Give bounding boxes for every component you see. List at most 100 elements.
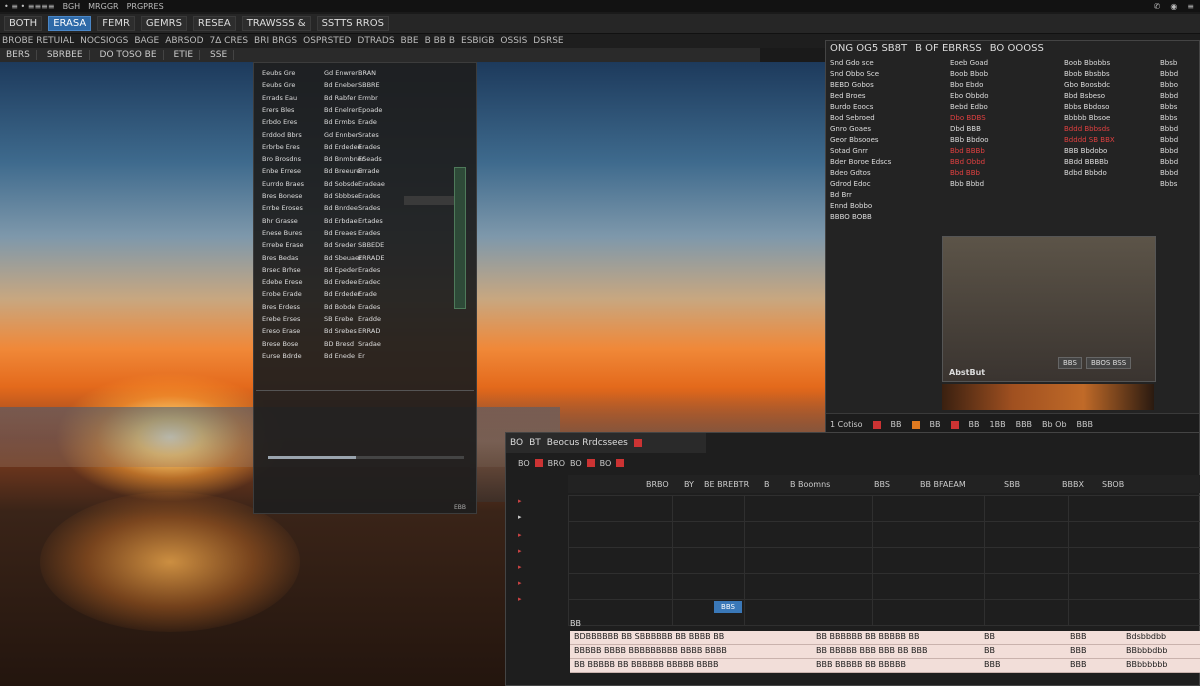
file-list-row[interactable]: Erbdo Eres Bd Ermbs Erade <box>262 118 452 128</box>
tool-button[interactable]: ESBIGB <box>461 36 494 46</box>
file-list-row[interactable]: Erers Bles Bd Enelrer Epoade <box>262 106 452 116</box>
tab[interactable]: BERS <box>0 50 37 60</box>
marker-icon[interactable]: ▸ <box>518 563 522 571</box>
tool-button[interactable]: BO <box>570 459 582 468</box>
tool-button[interactable]: OSPRSTED <box>303 36 351 46</box>
marker-icon[interactable]: ▸ <box>518 497 522 505</box>
file-list-row[interactable]: Ereso Erase Bd Srebes ERRAD <box>262 327 452 337</box>
file-list-row[interactable]: Eurrdo Braes Bd Sobsde Eradeae <box>262 180 452 190</box>
file-list-cell: Bd Sobsde <box>324 179 359 188</box>
track-row[interactable]: BDBBBBBB BB SBBBBBB BB BBBB BB BB BBBBBB … <box>570 631 1200 645</box>
file-list-row[interactable]: Eeubs Gre Bd Eneber SBBRE <box>262 81 452 91</box>
file-list-cell: Brsec Brhse <box>262 265 301 274</box>
file-list-row[interactable]: Errads Eau Bd Rabfer Ermbr <box>262 94 452 104</box>
topbar-button[interactable]: GEMRS <box>140 16 187 31</box>
orange-swatch-icon[interactable] <box>911 420 920 429</box>
column-header[interactable]: BBBX <box>1062 480 1084 489</box>
tab[interactable]: DO TOSO BE <box>94 50 164 60</box>
record-icon[interactable] <box>586 459 595 467</box>
tool-button[interactable]: DTRADS <box>357 36 394 46</box>
file-list-row[interactable]: Bro Brosdns Bd Bnmbner ESeads <box>262 155 452 165</box>
file-list-row[interactable]: Bres Erdess Bd Bobde Erades <box>262 303 452 313</box>
power-icon[interactable]: ◉ <box>1170 2 1177 11</box>
menu-item[interactable]: BGH <box>59 2 85 11</box>
column-header[interactable]: BBS <box>874 480 890 489</box>
column-header[interactable]: BE BREBTR <box>704 480 749 489</box>
topbar-button-active[interactable]: ERASA <box>48 16 92 31</box>
record-icon[interactable] <box>616 459 625 467</box>
preview-button[interactable]: BBOS BSS <box>1085 357 1132 369</box>
red-swatch-icon[interactable] <box>950 420 959 429</box>
timeline-grid[interactable] <box>568 495 1200 626</box>
file-list-row[interactable]: Eurse Bdrde Bd Enede Er <box>262 352 452 362</box>
file-list-row[interactable]: Errebe Erase Bd Sreder SBBEDE <box>262 241 452 251</box>
column-header[interactable]: BRBO <box>646 480 669 489</box>
tab[interactable]: SBRBEE <box>41 50 90 60</box>
top-bar: BOTH ERASA FEMR GEMRS RESEA TRAWSSS & SS… <box>0 14 1200 34</box>
topbar-button[interactable]: TRAWSSS & <box>241 16 311 31</box>
wifi-icon[interactable]: ✆ <box>1154 2 1161 11</box>
property-cell: Bbbbb Bbsoe <box>1064 114 1111 122</box>
close-icon[interactable] <box>633 439 642 447</box>
track-row[interactable]: BB BBBBB BB BBBBBB BBBBB BBBB BBB BBBBB B… <box>570 659 1200 673</box>
marker-icon[interactable]: ▸ <box>518 579 522 587</box>
menu-item[interactable]: • ≡ • ≡≡≡≡ <box>0 2 59 11</box>
tool-button[interactable]: BRO <box>548 459 565 468</box>
tab[interactable]: SSE <box>204 50 235 60</box>
tool-button[interactable]: BO <box>518 459 530 468</box>
column-header[interactable]: B <box>764 480 770 489</box>
column-header[interactable]: BY <box>684 480 694 489</box>
file-list-row[interactable]: Enbe Errese Bd Breeurer Errade <box>262 167 452 177</box>
file-list-row[interactable]: Edebe Erese Bd Eredee Eradec <box>262 278 452 288</box>
tool-button[interactable]: OSSIS <box>500 36 527 46</box>
panel-divider[interactable] <box>256 390 474 391</box>
file-list-row[interactable]: Eeubs Gre Gd Enwrer BRAN <box>262 69 452 79</box>
topbar-button[interactable]: FEMR <box>97 16 135 31</box>
column-header[interactable]: B Boomns <box>790 480 830 489</box>
file-list-row[interactable]: Brese Bose BD Bresd Sradae <box>262 340 452 350</box>
tool-button[interactable]: BROBE RETUIAL <box>2 36 74 46</box>
preview-button[interactable]: BBS <box>1058 357 1082 369</box>
tool-button[interactable]: NOCSIOGS <box>80 36 128 46</box>
file-list-row[interactable]: Brsec Brhse Bd Epeder Erades <box>262 266 452 276</box>
column-header[interactable]: SBB <box>1004 480 1020 489</box>
marker-icon[interactable]: ▸ <box>518 547 522 555</box>
tool-button[interactable]: BAGE <box>134 36 159 46</box>
file-list-cell: Erbrbe Eres <box>262 142 300 151</box>
file-list-row[interactable]: Erddod Bbrs Gd Ennber Srates <box>262 131 452 141</box>
marker-icon[interactable]: ▸ <box>518 595 522 603</box>
file-list-row[interactable]: Bres Bonese Bd Sbbbse Erades <box>262 192 452 202</box>
tool-button[interactable]: BBE <box>401 36 419 46</box>
red-swatch-icon[interactable] <box>872 420 881 429</box>
scrollbar[interactable] <box>454 167 466 309</box>
file-list-row[interactable]: Bhr Grasse Bd Erbdae Ertades <box>262 217 452 227</box>
playhead-chip[interactable]: BBS <box>714 601 742 613</box>
track-row[interactable]: BBBBB BBBB BBBBBBBBB BBBB BBBB BB BBBBB B… <box>570 645 1200 659</box>
record-icon[interactable] <box>534 459 543 467</box>
column-header[interactable]: BB BFAEAM <box>920 480 966 489</box>
tool-button[interactable]: BO <box>600 459 612 468</box>
menu-icon[interactable]: ≡ <box>1187 2 1194 11</box>
file-list-row[interactable]: Errbe Eroses Bd Bnrdee Srades <box>262 204 452 214</box>
menu-item[interactable]: PRGPRES <box>123 2 168 11</box>
marker-icon[interactable]: ▸ <box>518 513 522 521</box>
tool-button[interactable]: 7∆ CRES <box>210 36 249 46</box>
track-cell: Bdsbbdbb <box>1126 632 1167 641</box>
tool-button[interactable]: B BB B <box>425 36 455 46</box>
file-list-row[interactable]: Enese Bures Bd Ereaes Erades <box>262 229 452 239</box>
topbar-button[interactable]: SSTTS RROS <box>316 16 389 31</box>
tab[interactable]: ETIE <box>168 50 201 60</box>
tool-button[interactable]: ABRSOD <box>165 36 203 46</box>
menu-item[interactable]: MRGGR <box>84 2 122 11</box>
file-list-row[interactable]: Erobe Erade Bd Erdeder Erade <box>262 290 452 300</box>
file-list-row[interactable]: Bres Bedas Bd Sbeuaer ERRADE <box>262 254 452 264</box>
column-header[interactable]: SBOB <box>1102 480 1124 489</box>
marker-icon[interactable]: ▸ <box>518 531 522 539</box>
footer-value: BB <box>968 420 980 429</box>
topbar-button[interactable]: BOTH <box>4 16 43 31</box>
topbar-button[interactable]: RESEA <box>192 16 236 31</box>
file-list-row[interactable]: Erbrbe Eres Bd Erdedee Erades <box>262 143 452 153</box>
tool-button[interactable]: DSRSE <box>533 36 563 46</box>
file-list-row[interactable]: Erebe Erses SB Erebe Eradde <box>262 315 452 325</box>
tool-button[interactable]: BRI BRGS <box>254 36 297 46</box>
